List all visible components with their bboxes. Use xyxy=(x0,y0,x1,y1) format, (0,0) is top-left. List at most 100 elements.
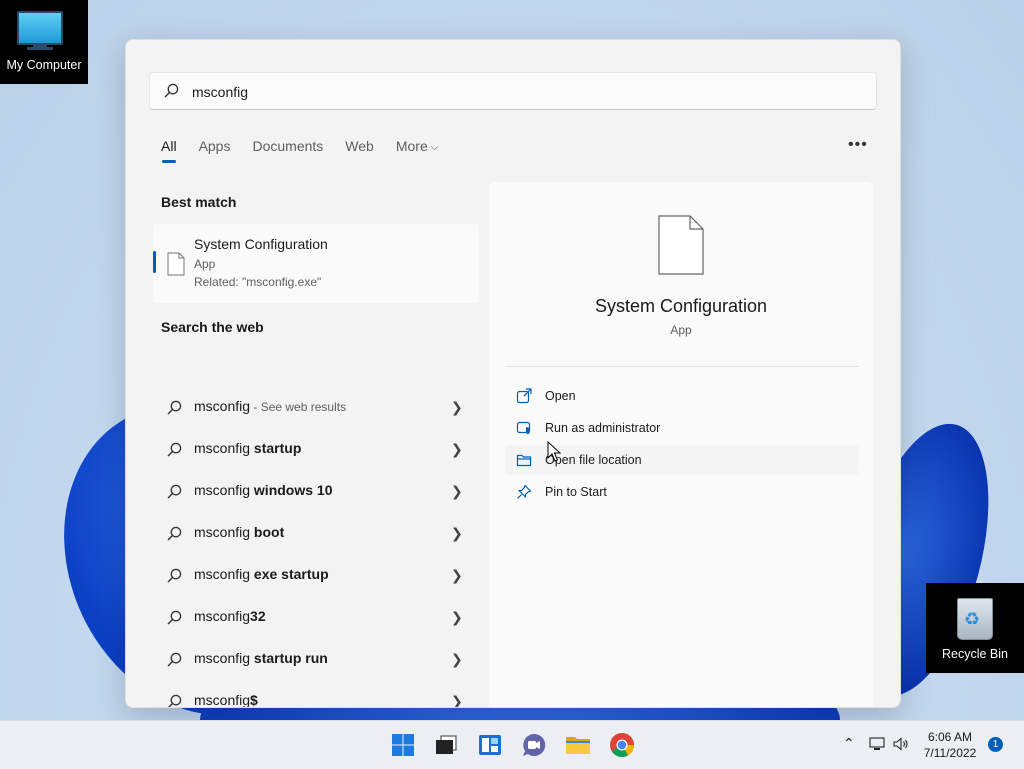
search-icon xyxy=(167,526,182,541)
network-icon[interactable] xyxy=(869,737,885,751)
search-icon xyxy=(167,442,182,457)
suggestion-prefix: msconfig xyxy=(194,398,251,414)
desktop-icon-label: Recycle Bin xyxy=(942,647,1008,661)
suggestion-bold: windows 10 xyxy=(253,482,333,498)
search-icon xyxy=(167,652,182,667)
best-match-item[interactable]: System Configuration App Related: "mscon… xyxy=(153,224,479,303)
widgets-icon[interactable] xyxy=(477,732,503,758)
search-icon xyxy=(167,400,182,415)
search-panel: All Apps Documents Web More⌵ ••• Best ma… xyxy=(125,39,901,708)
action-run-as-administrator[interactable]: Run as administrator xyxy=(505,413,859,443)
suggestion-bold: 32 xyxy=(250,608,266,624)
action-label: Pin to Start xyxy=(545,485,607,499)
chevron-right-icon: ❯ xyxy=(451,441,463,457)
shield-admin-icon xyxy=(516,421,531,435)
chevron-right-icon: ❯ xyxy=(451,399,463,415)
web-suggestion-text: msconfig boot xyxy=(194,524,284,540)
search-input[interactable] xyxy=(190,80,854,104)
chevron-right-icon: ❯ xyxy=(451,567,463,583)
ellipsis-icon[interactable]: ••• xyxy=(848,136,868,154)
web-suggestion-item[interactable]: msconfig boot ❯ xyxy=(153,513,479,553)
web-suggestion-text: msconfig startup run xyxy=(194,650,328,666)
desktop-icon-recycle-bin[interactable]: ♻ Recycle Bin xyxy=(926,583,1024,673)
file-icon xyxy=(658,215,704,275)
search-icon xyxy=(168,694,182,707)
action-pin-to-start[interactable]: Pin to Start xyxy=(505,477,859,507)
tab-apps[interactable]: Apps xyxy=(199,137,231,163)
web-suggestion-item[interactable]: msconfig startup ❯ xyxy=(153,429,479,469)
search-icon xyxy=(167,484,182,499)
tab-all[interactable]: All xyxy=(161,137,177,163)
search-icon xyxy=(164,83,179,98)
chevron-right-icon: ❯ xyxy=(451,483,463,499)
volume-icon[interactable] xyxy=(893,737,911,751)
web-suggestion-item[interactable]: msconfig exe startup ❯ xyxy=(153,555,479,595)
web-suggestion-item[interactable]: msconfig startup run ❯ xyxy=(153,639,479,679)
chevron-right-icon: ❯ xyxy=(451,693,463,708)
action-open[interactable]: Open xyxy=(505,381,859,411)
file-explorer-icon[interactable] xyxy=(565,732,591,758)
file-icon xyxy=(167,252,185,276)
suggestion-prefix: msconfig xyxy=(194,608,251,624)
best-match-related: Related: "msconfig.exe" xyxy=(194,275,322,289)
detail-type: App xyxy=(670,323,692,337)
suggestion-bold: startup run xyxy=(253,650,328,666)
folder-icon xyxy=(516,454,532,467)
mouse-cursor-icon xyxy=(547,441,561,462)
suggestion-prefix: msconfig xyxy=(194,650,254,666)
tab-more[interactable]: More ⌵ xyxy=(396,137,439,163)
open-external-icon xyxy=(516,388,532,404)
suggestion-suffix: - See web results xyxy=(250,400,347,414)
web-suggestion-text: msconfig - See web results xyxy=(194,398,346,414)
task-view-icon[interactable] xyxy=(433,732,459,758)
divider xyxy=(505,366,859,367)
desktop-icon-label: My Computer xyxy=(6,58,82,72)
monitor-icon xyxy=(17,11,63,45)
web-suggestion-text: msconfig$ xyxy=(194,692,258,708)
selection-indicator xyxy=(153,251,156,273)
suggestion-prefix: msconfig xyxy=(194,566,254,582)
desktop-icon-my-computer[interactable]: My Computer xyxy=(0,0,88,84)
web-suggestion-text: msconfig32 xyxy=(194,608,266,624)
notification-badge[interactable]: 1 xyxy=(988,737,1003,752)
search-icon xyxy=(167,610,182,625)
web-suggestion-item[interactable]: msconfig32 ❯ xyxy=(153,597,479,637)
suggestion-prefix: msconfig xyxy=(194,524,254,540)
clock-date: 7/11/2022 xyxy=(923,746,977,760)
best-match-title: System Configuration xyxy=(194,236,328,252)
chevron-down-icon: ⌵ xyxy=(430,142,439,153)
suggestion-bold: startup xyxy=(253,440,302,456)
start-icon[interactable] xyxy=(390,732,416,758)
best-match-type: App xyxy=(194,257,216,271)
detail-title: System Configuration xyxy=(594,296,768,316)
search-box[interactable] xyxy=(149,72,877,110)
tab-documents[interactable]: Documents xyxy=(252,137,323,163)
chevron-right-icon: ❯ xyxy=(451,609,463,625)
web-suggestion-item[interactable]: msconfig - See web results ❯ xyxy=(153,387,479,427)
web-suggestion-text: msconfig startup xyxy=(194,440,301,456)
suggestion-prefix: msconfig xyxy=(194,440,254,456)
search-web-heading: Search the web xyxy=(161,319,264,335)
chevron-up-icon[interactable]: ⌃ xyxy=(843,735,855,752)
search-icon xyxy=(167,568,182,583)
web-suggestion-item[interactable]: msconfig windows 10 ❯ xyxy=(153,471,479,511)
tab-web[interactable]: Web xyxy=(345,137,374,163)
taskbar: ⌃ 6:06 AM 7/11/2022 1 xyxy=(0,720,1024,769)
web-suggestion-item[interactable]: msconfig$ ❯ xyxy=(153,681,479,708)
best-match-heading: Best match xyxy=(161,194,237,210)
web-suggestion-text: msconfig exe startup xyxy=(194,566,329,582)
action-label: Open xyxy=(545,389,576,403)
teams-chat-icon[interactable] xyxy=(521,732,547,758)
suggestion-prefix: msconfig xyxy=(194,692,251,708)
system-clock[interactable]: 6:06 AM 7/11/2022 xyxy=(916,729,984,761)
chrome-icon[interactable] xyxy=(609,732,635,758)
pin-icon xyxy=(517,484,532,499)
chevron-right-icon: ❯ xyxy=(451,651,463,667)
tab-more-label: More xyxy=(395,138,428,154)
web-suggestion-text: msconfig windows 10 xyxy=(194,482,333,498)
search-filter-tabs: All Apps Documents Web More ⌵ xyxy=(161,137,460,167)
suggestion-prefix: msconfig xyxy=(194,482,254,498)
suggestion-bold: $ xyxy=(250,692,258,708)
suggestion-bold: boot xyxy=(253,524,285,540)
action-label: Run as administrator xyxy=(545,421,661,435)
